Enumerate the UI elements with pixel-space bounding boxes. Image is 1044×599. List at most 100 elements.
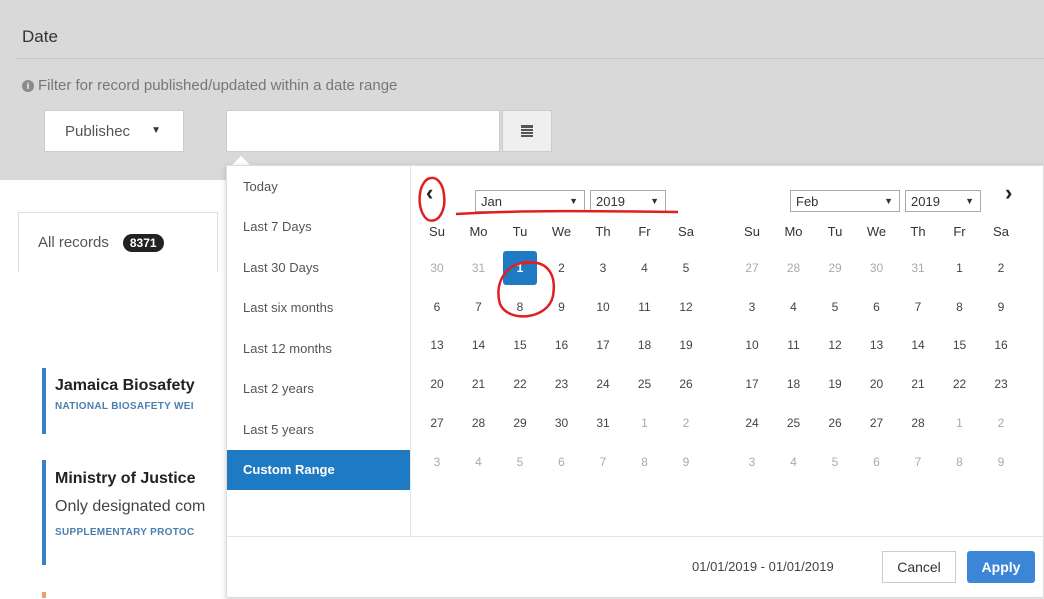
calendar-day[interactable]: 2 <box>984 406 1018 440</box>
calendar-day[interactable]: 12 <box>669 290 703 324</box>
cancel-button[interactable]: Cancel <box>882 551 956 583</box>
range-option[interactable]: Last 12 months <box>227 328 410 369</box>
calendar-day[interactable]: 29 <box>818 251 852 285</box>
calendar-day[interactable]: 8 <box>628 445 662 479</box>
calendar-day[interactable]: 16 <box>984 328 1018 362</box>
calendar-day[interactable]: 28 <box>462 406 496 440</box>
calendar-day[interactable]: 14 <box>901 328 935 362</box>
record-card[interactable]: Jamaica Biosafety NATIONAL BIOSAFETY WEI <box>42 368 232 434</box>
calendar-day[interactable]: 30 <box>545 406 579 440</box>
calendar-day[interactable]: 17 <box>735 367 769 401</box>
calendar-day[interactable]: 6 <box>860 445 894 479</box>
range-option[interactable]: Today <box>227 166 410 207</box>
calendar-day[interactable]: 31 <box>586 406 620 440</box>
calendar-day[interactable]: 26 <box>818 406 852 440</box>
range-option[interactable]: Last 5 years <box>227 409 410 450</box>
calendar-day[interactable]: 18 <box>628 328 662 362</box>
year-select-right[interactable]: 2019 ▼ <box>905 190 981 212</box>
calendar-day[interactable]: 4 <box>777 290 811 324</box>
calendar-day[interactable]: 8 <box>943 290 977 324</box>
calendar-day[interactable]: 9 <box>984 445 1018 479</box>
calendar-day[interactable]: 1 <box>628 406 662 440</box>
calendar-day[interactable]: 20 <box>420 367 454 401</box>
calendar-day[interactable]: 13 <box>420 328 454 362</box>
calendar-day[interactable]: 20 <box>860 367 894 401</box>
calendar-day[interactable]: 9 <box>669 445 703 479</box>
calendar-day[interactable]: 17 <box>586 328 620 362</box>
calendar-day[interactable]: 19 <box>669 328 703 362</box>
calendar-button[interactable] <box>502 110 552 152</box>
calendar-day[interactable]: 7 <box>462 290 496 324</box>
calendar-day[interactable]: 3 <box>586 251 620 285</box>
tab-all-records[interactable]: All records 8371 <box>18 212 218 272</box>
calendar-day[interactable]: 9 <box>984 290 1018 324</box>
calendar-day[interactable]: 16 <box>545 328 579 362</box>
calendar-day[interactable]: 2 <box>545 251 579 285</box>
calendar-day[interactable]: 15 <box>503 328 537 362</box>
calendar-day[interactable]: 22 <box>503 367 537 401</box>
calendar-day[interactable]: 7 <box>901 290 935 324</box>
calendar-day[interactable]: 4 <box>462 445 496 479</box>
calendar-day[interactable]: 7 <box>586 445 620 479</box>
calendar-day[interactable]: 3 <box>735 445 769 479</box>
calendar-day[interactable]: 24 <box>735 406 769 440</box>
calendar-day[interactable]: 12 <box>818 328 852 362</box>
calendar-day[interactable]: 8 <box>503 290 537 324</box>
calendar-day[interactable]: 2 <box>984 251 1018 285</box>
calendar-day[interactable]: 27 <box>735 251 769 285</box>
calendar-day[interactable]: 30 <box>420 251 454 285</box>
calendar-day[interactable]: 23 <box>984 367 1018 401</box>
year-select-left[interactable]: 2019 ▼ <box>590 190 666 212</box>
calendar-day[interactable]: 5 <box>669 251 703 285</box>
date-type-select[interactable]: Publishec ▼ <box>44 110 184 152</box>
calendar-day[interactable]: 3 <box>420 445 454 479</box>
calendar-day[interactable]: 14 <box>462 328 496 362</box>
calendar-day[interactable]: 8 <box>943 445 977 479</box>
prev-month-icon[interactable]: ‹ <box>426 180 433 206</box>
calendar-day[interactable]: 27 <box>860 406 894 440</box>
calendar-day[interactable]: 28 <box>777 251 811 285</box>
calendar-day[interactable]: 5 <box>818 290 852 324</box>
apply-button[interactable]: Apply <box>967 551 1035 583</box>
calendar-day[interactable]: 26 <box>669 367 703 401</box>
calendar-day[interactable]: 23 <box>545 367 579 401</box>
next-month-icon[interactable]: › <box>1005 180 1012 206</box>
record-card[interactable] <box>42 592 232 598</box>
calendar-day[interactable]: 6 <box>860 290 894 324</box>
calendar-day[interactable]: 11 <box>777 328 811 362</box>
calendar-day[interactable]: 10 <box>735 328 769 362</box>
calendar-day[interactable]: 27 <box>420 406 454 440</box>
calendar-day[interactable]: 6 <box>545 445 579 479</box>
month-select-left[interactable]: Jan ▼ <box>475 190 585 212</box>
calendar-day[interactable]: 29 <box>503 406 537 440</box>
calendar-day[interactable]: 22 <box>943 367 977 401</box>
calendar-day[interactable]: 19 <box>818 367 852 401</box>
calendar-day[interactable]: 25 <box>628 367 662 401</box>
calendar-day[interactable]: 1 <box>943 406 977 440</box>
calendar-day[interactable]: 18 <box>777 367 811 401</box>
calendar-day[interactable]: 25 <box>777 406 811 440</box>
calendar-day[interactable]: 13 <box>860 328 894 362</box>
calendar-day[interactable]: 30 <box>860 251 894 285</box>
record-card[interactable]: Ministry of Justice Only designated com … <box>42 460 232 565</box>
date-range-input[interactable] <box>226 110 500 152</box>
range-option[interactable]: Last 7 Days <box>227 207 410 248</box>
calendar-day[interactable]: 7 <box>901 445 935 479</box>
calendar-day[interactable]: 9 <box>545 290 579 324</box>
calendar-day[interactable]: 4 <box>628 251 662 285</box>
calendar-day[interactable]: 15 <box>943 328 977 362</box>
range-option[interactable]: Last 2 years <box>227 369 410 410</box>
calendar-day[interactable]: 10 <box>586 290 620 324</box>
calendar-day[interactable]: 31 <box>901 251 935 285</box>
calendar-day[interactable]: 3 <box>735 290 769 324</box>
calendar-day[interactable]: 21 <box>462 367 496 401</box>
calendar-day[interactable]: 4 <box>777 445 811 479</box>
calendar-day[interactable]: 6 <box>420 290 454 324</box>
calendar-day[interactable]: 28 <box>901 406 935 440</box>
calendar-day[interactable]: 11 <box>628 290 662 324</box>
calendar-day[interactable]: 31 <box>462 251 496 285</box>
calendar-day[interactable]: 5 <box>503 445 537 479</box>
calendar-day[interactable]: 24 <box>586 367 620 401</box>
range-option[interactable]: Custom Range <box>227 449 410 490</box>
calendar-day[interactable]: 2 <box>669 406 703 440</box>
